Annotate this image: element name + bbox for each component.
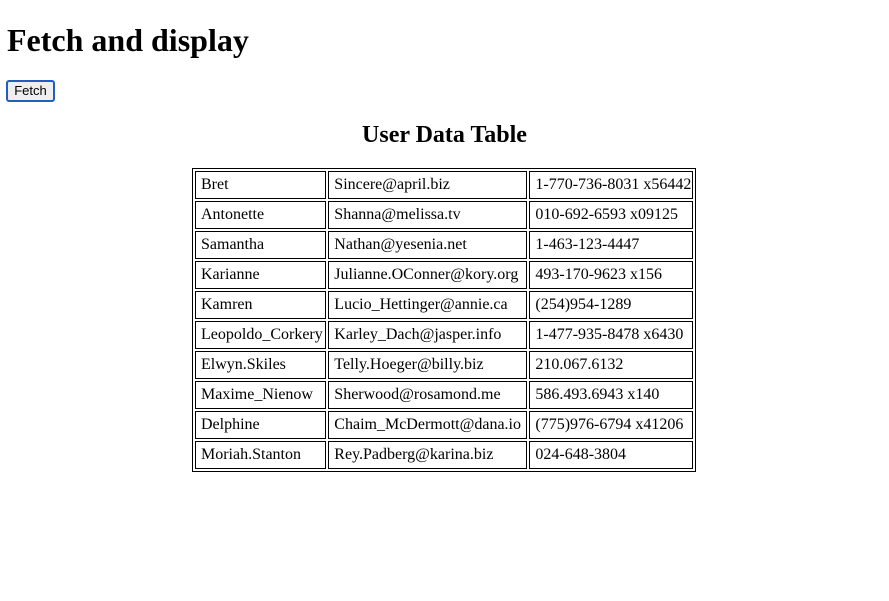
phone-cell: 1-770-736-8031 x56442 (529, 171, 693, 199)
table-row: Bret Sincere@april.biz 1-770-736-8031 x564… (195, 171, 693, 199)
email-cell: Chaim_McDermott@dana.io (328, 411, 528, 439)
username-cell: Delphine (195, 411, 327, 439)
email-cell: Karley_Dach@jasper.info (328, 321, 528, 349)
username-cell: Elwyn.Skiles (195, 351, 327, 379)
username-cell: Leopoldo_Corkery (195, 321, 327, 349)
username-cell: Karianne (195, 261, 327, 289)
username-cell: Bret (195, 171, 327, 199)
email-cell: Sincere@april.biz (328, 171, 528, 199)
user-data-table: Bret Sincere@april.biz 1-770-736-8031 x564… (192, 168, 696, 472)
email-cell: Rey.Padberg@karina.biz (328, 441, 528, 469)
phone-cell: 010-692-6593 x09125 (529, 201, 693, 229)
email-cell: Nathan@yesenia.net (328, 231, 528, 259)
username-cell: Kamren (195, 291, 327, 319)
table-row: Leopoldo_Corkery Karley_Dach@jasper.info 1… (195, 321, 693, 349)
phone-cell: (775)976-6794 x41206 (529, 411, 693, 439)
user-table-body: Bret Sincere@april.biz 1-770-736-8031 x564… (195, 171, 693, 469)
email-cell: Lucio_Hettinger@annie.ca (328, 291, 528, 319)
username-cell: Maxime_Nienow (195, 381, 327, 409)
fetch-button[interactable]: Fetch (6, 80, 55, 102)
phone-cell: 493-170-9623 x156 (529, 261, 693, 289)
table-row: Karianne Julianne.OConner@kory.org 493-170… (195, 261, 693, 289)
table-row: Maxime_Nienow Sherwood@rosamond.me 586.493… (195, 381, 693, 409)
phone-cell: 586.493.6943 x140 (529, 381, 693, 409)
username-cell: Moriah.Stanton (195, 441, 327, 469)
phone-cell: 210.067.6132 (529, 351, 693, 379)
table-row: Kamren Lucio_Hettinger@annie.ca (254)954-1… (195, 291, 693, 319)
phone-cell: (254)954-1289 (529, 291, 693, 319)
table-title: User Data Table (362, 122, 527, 148)
table-row: Elwyn.Skiles Telly.Hoeger@billy.biz 210.06… (195, 351, 693, 379)
table-row: Samantha Nathan@yesenia.net 1-463-123-4447 (195, 231, 693, 259)
email-cell: Shanna@melissa.tv (328, 201, 528, 229)
table-row: Antonette Shanna@melissa.tv 010-692-6593 x… (195, 201, 693, 229)
email-cell: Julianne.OConner@kory.org (328, 261, 528, 289)
phone-cell: 1-463-123-4447 (529, 231, 693, 259)
phone-cell: 1-477-935-8478 x6430 (529, 321, 693, 349)
username-cell: Antonette (195, 201, 327, 229)
email-cell: Sherwood@rosamond.me (328, 381, 528, 409)
email-cell: Telly.Hoeger@billy.biz (328, 351, 528, 379)
page-title: Fetch and display (7, 22, 249, 58)
username-cell: Samantha (195, 231, 327, 259)
table-row: Delphine Chaim_McDermott@dana.io (775)976-… (195, 411, 693, 439)
table-row: Moriah.Stanton Rey.Padberg@karina.biz 024-… (195, 441, 693, 469)
phone-cell: 024-648-3804 (529, 441, 693, 469)
